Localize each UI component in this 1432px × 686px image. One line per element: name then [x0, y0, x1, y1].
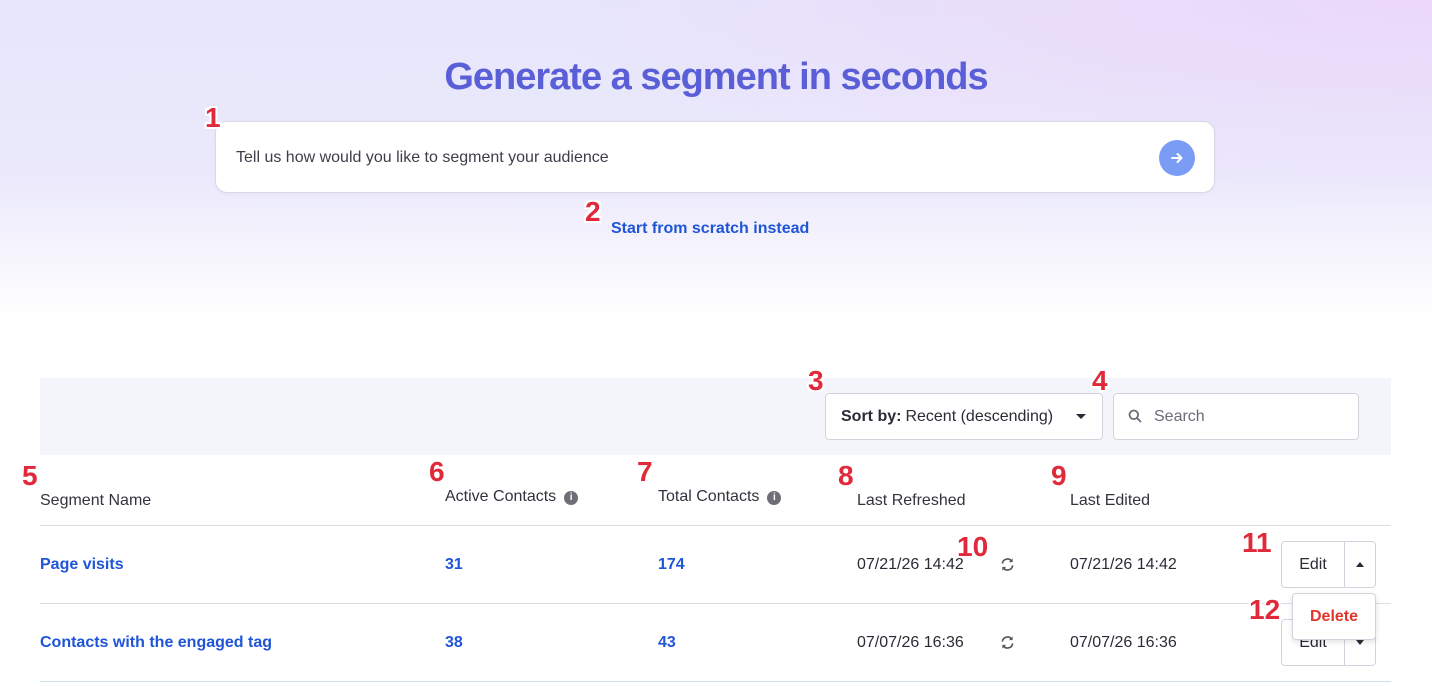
chevron-down-icon	[1076, 414, 1086, 419]
annotation-marker: 6	[429, 456, 445, 487]
column-header-label: Total Contacts	[658, 488, 760, 505]
search-icon	[1128, 409, 1142, 423]
edit-button[interactable]: Edit	[1282, 542, 1345, 587]
column-header-segment-name[interactable]: Segment Name	[40, 492, 151, 510]
last-refreshed-value: 07/07/26 16:36	[857, 634, 964, 651]
segment-name-link[interactable]: Contacts with the engaged tag	[40, 634, 272, 652]
refresh-icon[interactable]	[1000, 557, 1015, 572]
annotation-marker: 9	[1051, 460, 1067, 491]
annotation-marker: 11	[1242, 527, 1272, 558]
annotation-marker: 1	[205, 102, 221, 133]
annotation-marker: 5	[22, 460, 38, 491]
annotation-marker: 7	[637, 456, 653, 487]
segment-prompt-input[interactable]	[236, 146, 1136, 170]
segment-name-link[interactable]: Page visits	[40, 556, 124, 574]
submit-prompt-button[interactable]	[1159, 140, 1195, 176]
refresh-icon[interactable]	[1000, 635, 1015, 650]
segment-prompt-box	[215, 121, 1215, 193]
actions-toggle[interactable]	[1345, 542, 1375, 587]
total-contacts-link[interactable]: 43	[658, 634, 676, 652]
table-toolbar: Sort by: Recent (descending)	[40, 378, 1391, 455]
divider	[40, 603, 1391, 604]
search-box	[1113, 393, 1359, 440]
annotation-marker: 10	[957, 531, 989, 562]
active-contacts-link[interactable]: 31	[445, 556, 463, 574]
actions-menu: Delete	[1292, 593, 1376, 640]
delete-menu-item[interactable]: Delete	[1310, 608, 1358, 626]
last-edited-value: 07/21/26 14:42	[1070, 556, 1177, 573]
column-header-label: Active Contacts	[445, 488, 557, 505]
edit-split-button: Edit	[1281, 541, 1376, 588]
last-edited-value: 07/07/26 16:36	[1070, 634, 1177, 651]
annotation-marker: 3	[808, 365, 824, 396]
total-contacts-link[interactable]: 174	[658, 556, 685, 574]
arrow-right-icon	[1171, 153, 1183, 163]
annotation-marker: 4	[1092, 365, 1108, 396]
start-from-scratch-link[interactable]: Start from scratch instead	[611, 220, 809, 238]
sort-dropdown[interactable]: Sort by: Recent (descending)	[825, 393, 1103, 440]
info-icon[interactable]: i	[564, 491, 579, 505]
sort-label: Sort by:	[841, 407, 902, 425]
divider	[40, 681, 1391, 682]
active-contacts-link[interactable]: 38	[445, 634, 463, 652]
column-header-active-contacts[interactable]: Active Contacts i	[445, 488, 579, 506]
chevron-down-icon	[1356, 640, 1364, 645]
page-title: Generate a segment in seconds	[444, 56, 988, 98]
sort-value: Recent (descending)	[905, 407, 1054, 425]
divider	[40, 525, 1391, 526]
column-header-last-refreshed[interactable]: Last Refreshed	[857, 492, 966, 510]
annotation-marker: 8	[838, 460, 854, 491]
last-refreshed-value: 07/21/26 14:42	[857, 556, 964, 573]
chevron-up-icon	[1356, 562, 1364, 567]
annotation-marker: 2	[585, 196, 601, 227]
search-input[interactable]	[1154, 406, 1344, 428]
info-icon[interactable]: i	[767, 491, 782, 505]
annotation-marker: 12	[1249, 594, 1281, 625]
column-header-total-contacts[interactable]: Total Contacts i	[658, 488, 782, 506]
column-header-last-edited[interactable]: Last Edited	[1070, 492, 1150, 510]
